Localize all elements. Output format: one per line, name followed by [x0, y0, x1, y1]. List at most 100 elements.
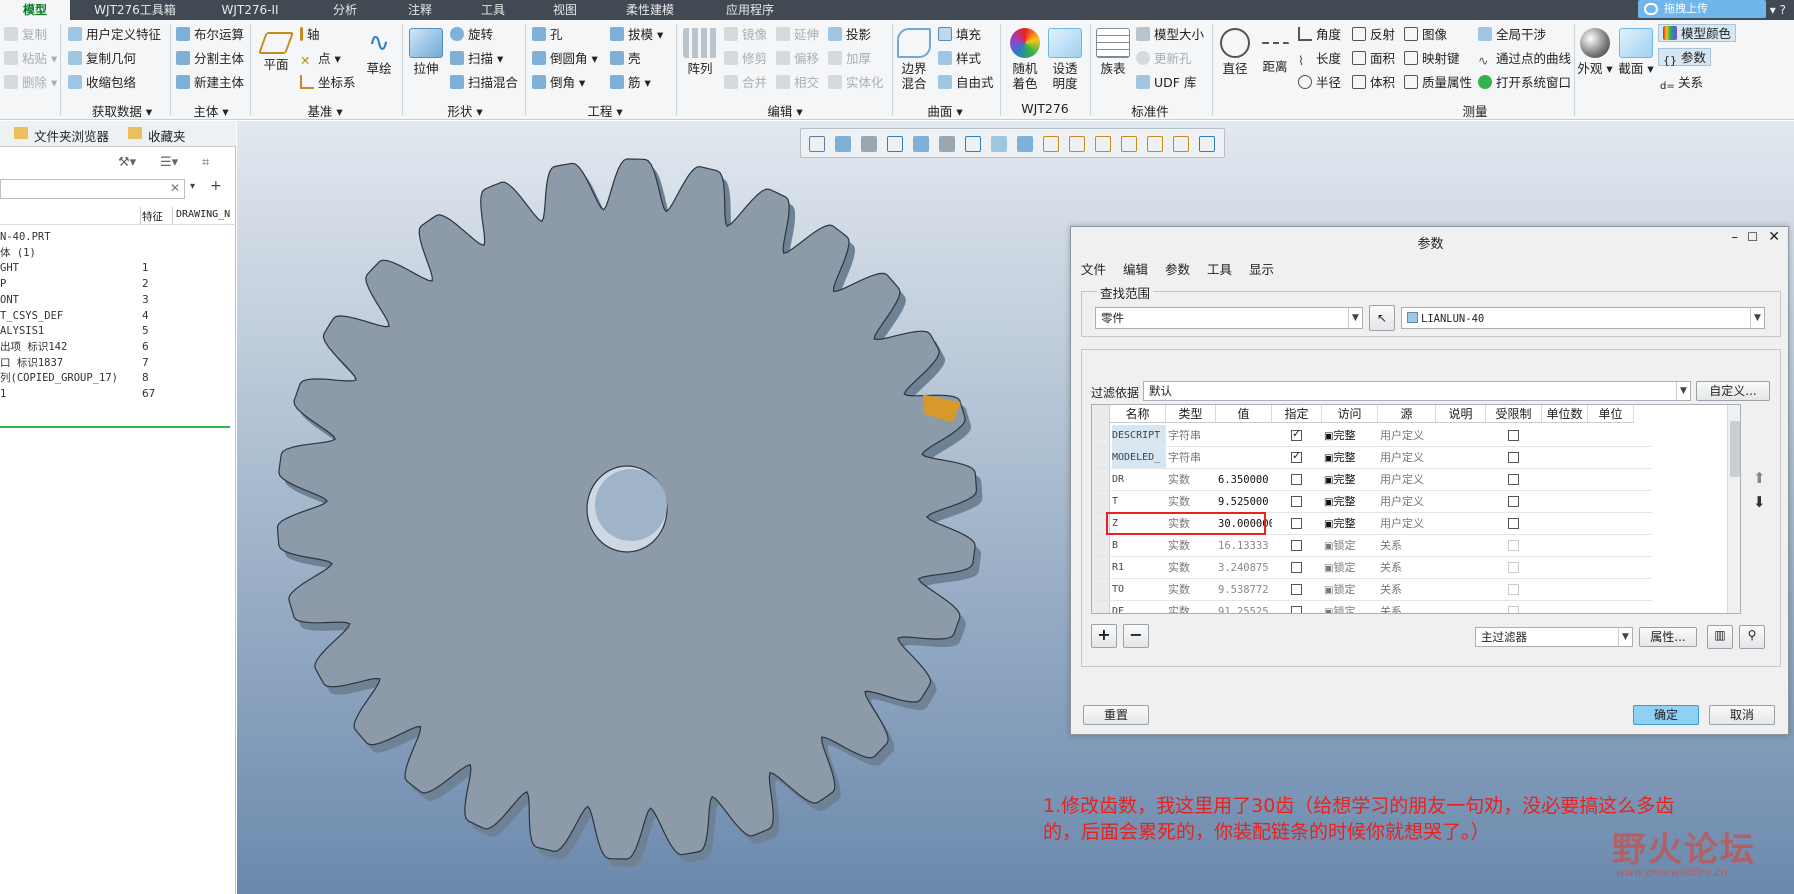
designated-checkbox[interactable]: [1291, 606, 1302, 613]
menu-display[interactable]: 显示: [1249, 259, 1274, 278]
param-value[interactable]: [1218, 447, 1272, 469]
boundary-blend-button[interactable]: 边界混合: [896, 28, 932, 91]
restricted-checkbox[interactable]: [1508, 518, 1519, 529]
delete-button[interactable]: 删除 ▾: [4, 74, 57, 92]
restricted-checkbox[interactable]: [1508, 474, 1519, 485]
restricted-checkbox[interactable]: [1508, 562, 1519, 573]
column-header-unit-count[interactable]: 单位数: [1542, 405, 1588, 423]
shell-button[interactable]: 壳: [610, 50, 641, 68]
scope-select[interactable]: 零件 ▼: [1095, 307, 1363, 329]
column-header-restricted[interactable]: 受限制: [1486, 405, 1542, 423]
designated-checkbox[interactable]: [1291, 540, 1302, 551]
customize-button[interactable]: 自定义...: [1696, 381, 1770, 401]
spin-center-icon[interactable]: [1173, 136, 1189, 152]
vertical-scrollbar[interactable]: [1727, 405, 1740, 613]
param-type[interactable]: 实数: [1168, 601, 1216, 613]
sweep-button[interactable]: 扫描 ▾: [450, 50, 503, 68]
draft-button[interactable]: 拔模 ▾: [610, 26, 663, 44]
merge-button[interactable]: 合并: [724, 74, 767, 92]
close-icon[interactable]: ✕: [1768, 229, 1780, 245]
tree-item[interactable]: 口 标识1837: [0, 355, 63, 371]
group-datum[interactable]: 基准 ▾: [290, 101, 360, 120]
param-access[interactable]: ▣锁定: [1324, 601, 1378, 613]
revolve-button[interactable]: 旋转: [450, 26, 493, 44]
list-view-icon[interactable]: ☰▾: [160, 155, 182, 173]
volume-button[interactable]: 体积: [1352, 74, 1395, 92]
tree-item[interactable]: ONT: [0, 292, 19, 308]
table-columns-icon[interactable]: ▥: [1707, 625, 1733, 649]
param-value[interactable]: 9.525000: [1218, 491, 1272, 513]
boolean-button[interactable]: 布尔运算: [176, 26, 244, 44]
tab-annotate[interactable]: 注释: [385, 0, 455, 20]
annotation-display-icon[interactable]: [1147, 136, 1163, 152]
tab-folder-browser[interactable]: 文件夹浏览器: [14, 126, 109, 145]
move-up-icon[interactable]: ⬆: [1753, 469, 1766, 487]
param-name[interactable]: DF: [1112, 601, 1166, 613]
trim-button[interactable]: 修剪: [724, 50, 767, 68]
section-button[interactable]: 截面 ▾: [1618, 28, 1654, 76]
restricted-checkbox[interactable]: [1508, 496, 1519, 507]
round-button[interactable]: 倒圆角 ▾: [532, 50, 598, 68]
remove-parameter-button[interactable]: −: [1123, 624, 1149, 648]
scrollbar-thumb[interactable]: [1730, 421, 1740, 477]
add-parameter-button[interactable]: +: [1091, 624, 1117, 648]
udf-button[interactable]: 用户定义特征: [68, 26, 161, 44]
saved-views-icon[interactable]: [939, 136, 955, 152]
param-name[interactable]: R1: [1112, 557, 1166, 579]
param-type[interactable]: 字符串: [1168, 425, 1216, 447]
param-source[interactable]: 用户定义: [1380, 469, 1436, 491]
axis-button[interactable]: 轴: [300, 26, 320, 44]
column-header-source[interactable]: 源: [1378, 405, 1436, 423]
mirror-button[interactable]: 镜像: [724, 26, 767, 44]
param-value[interactable]: [1218, 425, 1272, 447]
sketch-button[interactable]: ∿ 草绘: [362, 28, 396, 76]
menu-parameters[interactable]: 参数: [1165, 259, 1190, 278]
new-body-button[interactable]: 新建主体: [176, 74, 244, 92]
datum-plane-display-icon[interactable]: [1043, 136, 1059, 152]
column-header-designated[interactable]: 指定: [1272, 405, 1322, 423]
designated-checkbox[interactable]: [1291, 427, 1302, 441]
select-pointer-button[interactable]: ↖: [1369, 305, 1395, 331]
upload-button[interactable]: 拖拽上传: [1638, 0, 1766, 18]
point-button[interactable]: ✕ 点 ▾: [300, 50, 341, 68]
zoom-out-icon[interactable]: [861, 136, 877, 152]
model-color-button[interactable]: 模型颜色: [1658, 24, 1737, 42]
intersect-button[interactable]: 相交: [776, 74, 819, 92]
group-editing[interactable]: 编辑 ▾: [750, 101, 820, 120]
datum-axis-display-icon[interactable]: [1069, 136, 1085, 152]
param-access[interactable]: ▣完整: [1324, 447, 1378, 469]
param-type[interactable]: 实数: [1168, 469, 1216, 491]
csys-display-icon[interactable]: [1121, 136, 1137, 152]
search-dropdown-icon[interactable]: ▾: [190, 181, 195, 192]
designated-checkbox[interactable]: [1291, 474, 1302, 485]
parameters-button[interactable]: {} 参数: [1658, 48, 1712, 67]
view-manager-icon[interactable]: [991, 136, 1007, 152]
designated-checkbox[interactable]: [1291, 518, 1302, 529]
chamfer-button[interactable]: 倒角 ▾: [532, 74, 585, 92]
restricted-checkbox[interactable]: [1508, 584, 1519, 595]
udf-library-button[interactable]: UDF 库: [1136, 74, 1196, 92]
menu-file[interactable]: 文件: [1081, 259, 1106, 278]
group-shape[interactable]: 形状 ▾: [430, 101, 500, 120]
param-name[interactable]: T: [1112, 491, 1166, 513]
clear-icon[interactable]: ✕: [170, 181, 180, 195]
group-engineering[interactable]: 工程 ▾: [570, 101, 640, 120]
tree-item[interactable]: 列(COPIED_GROUP_17): [0, 370, 118, 386]
tab-tools[interactable]: 工具: [458, 0, 528, 20]
appearance-button[interactable]: 外观 ▾: [1576, 28, 1614, 76]
csys-button[interactable]: 坐标系: [300, 74, 356, 92]
maximize-icon[interactable]: ☐: [1747, 230, 1758, 244]
designated-checkbox[interactable]: [1291, 562, 1302, 573]
project-button[interactable]: 投影: [828, 26, 871, 44]
column-header-unit[interactable]: 单位: [1588, 405, 1634, 423]
tab-favorites[interactable]: 收藏夹: [128, 126, 186, 145]
repaint-icon[interactable]: [887, 136, 903, 152]
diameter-button[interactable]: 直径: [1216, 28, 1254, 76]
group-body[interactable]: 主体 ▾: [176, 101, 246, 120]
param-type[interactable]: 字符串: [1168, 447, 1216, 469]
fill-button[interactable]: 填充: [938, 26, 981, 44]
part-select[interactable]: LIANLUN-40 ▼: [1401, 307, 1765, 329]
orient-icon[interactable]: [913, 136, 929, 152]
main-filter-select[interactable]: 主过滤器 ▼: [1475, 627, 1633, 647]
param-name[interactable]: TO: [1112, 579, 1166, 601]
